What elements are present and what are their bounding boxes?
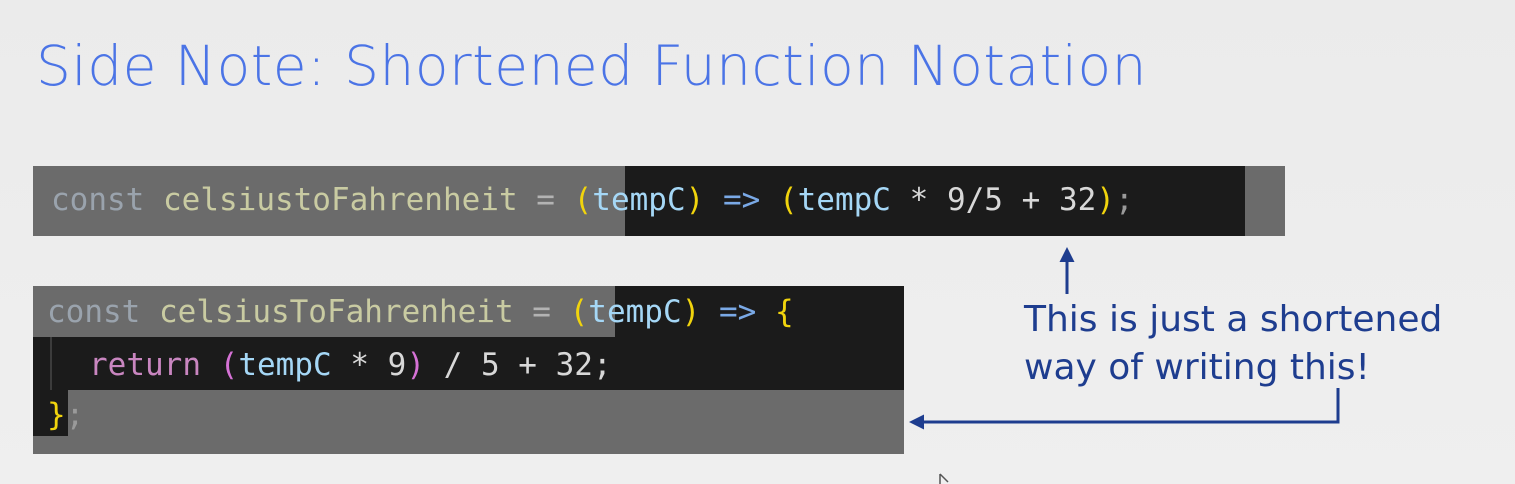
annotation-arrows <box>909 247 1340 484</box>
left-arrow <box>909 388 1340 430</box>
cursor-icon <box>939 473 949 484</box>
